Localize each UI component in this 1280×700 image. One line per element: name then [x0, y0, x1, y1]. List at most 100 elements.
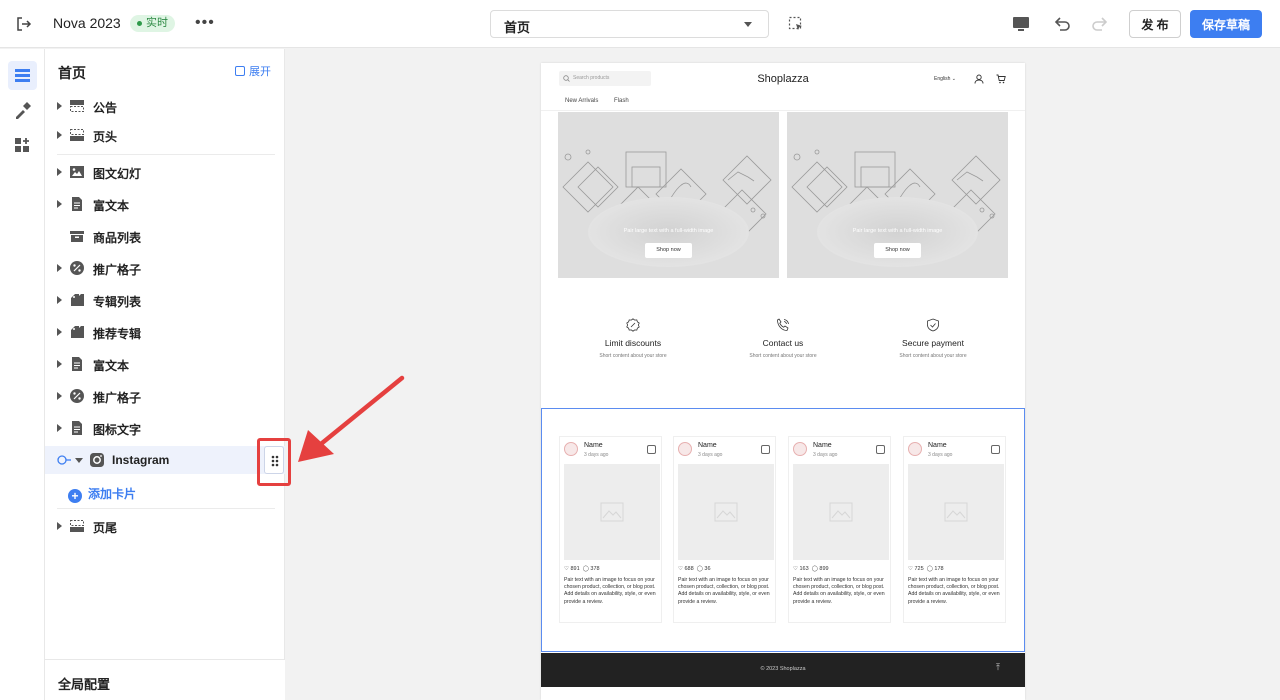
- post-image: [564, 464, 660, 560]
- account-icon[interactable]: [974, 74, 984, 84]
- heart-icon: ♡: [793, 566, 798, 572]
- section-item-featured-collection[interactable]: 推荐专辑: [45, 318, 285, 346]
- select-element-icon[interactable]: [788, 16, 804, 32]
- section-item-image-slideshow[interactable]: 图文幻灯: [45, 158, 285, 186]
- chevron-right-icon: [57, 296, 62, 304]
- heart-icon: ♡: [908, 566, 913, 572]
- section-label: 商品列表: [93, 231, 142, 245]
- expand-label: 展开: [249, 66, 271, 78]
- section-item-product-list[interactable]: 商品列表: [45, 222, 285, 250]
- post-author: Name: [928, 442, 947, 449]
- section-item-icon-text[interactable]: 图标文字: [45, 414, 285, 442]
- divider: [57, 154, 275, 155]
- section-item-header[interactable]: 页头: [45, 121, 285, 149]
- product-list-icon: [70, 231, 84, 242]
- post-date: 3 days ago: [584, 452, 609, 458]
- add-card-button[interactable]: + 添加卡片: [68, 485, 136, 503]
- eye-toggle-icon[interactable]: [57, 455, 71, 465]
- section-item-footer[interactable]: 页尾: [45, 512, 285, 540]
- sections-icon: [15, 69, 30, 82]
- apps-tab[interactable]: [8, 131, 37, 160]
- section-item-instagram[interactable]: Instagram: [45, 446, 285, 474]
- banner-slide[interactable]: Pair large text with a full-width image …: [558, 112, 779, 278]
- chevron-down-icon: [75, 458, 83, 463]
- feature-title: Limit discounts: [604, 338, 662, 348]
- section-label: 推广格子: [93, 391, 142, 405]
- store-search-input[interactable]: Search products: [559, 71, 651, 86]
- feature-item: Contact us Short content about your stor…: [708, 318, 858, 359]
- comment-icon: ◯: [696, 566, 703, 572]
- instagram-post[interactable]: Name 3 days ago ♡ 725 ◯ 178 Pair text wi…: [903, 436, 1006, 623]
- chevron-right-icon: [57, 424, 62, 432]
- rich-text-icon: [72, 197, 82, 211]
- store-header: Search products Shoplazza English ⌄ New …: [541, 63, 1025, 111]
- featured-collection-icon: [71, 326, 84, 338]
- left-rail: [0, 49, 45, 700]
- page-select-value: 首页: [504, 20, 531, 35]
- announcement-icon: [70, 100, 84, 112]
- redo-icon[interactable]: [1090, 14, 1110, 34]
- image-placeholder-icon: [714, 502, 738, 522]
- comment-count: 899: [819, 566, 829, 572]
- heart-icon: ♡: [678, 566, 683, 572]
- section-item-collection-list[interactable]: 专辑列表: [45, 286, 285, 314]
- instagram-icon: [647, 445, 656, 454]
- instagram-post[interactable]: Name 3 days ago ♡ 688 ◯ 36 Pair text wit…: [673, 436, 776, 623]
- section-label: Instagram: [112, 453, 170, 467]
- post-caption: Pair text with an image to focus on your…: [908, 577, 1000, 605]
- section-item-rich-text[interactable]: 富文本: [45, 190, 285, 218]
- divider: [57, 508, 275, 509]
- feature-subtitle: Short content about your store: [749, 353, 817, 359]
- panel-title: 首页: [58, 65, 86, 81]
- section-item-promo-grid[interactable]: 推广格子: [45, 254, 285, 282]
- feature-subtitle: Short content about your store: [899, 353, 967, 359]
- cart-icon[interactable]: [996, 74, 1006, 84]
- post-author: Name: [584, 442, 603, 449]
- instagram-section[interactable]: Name 3 days ago ♡ 891 ◯ 378 Pair text wi…: [541, 408, 1025, 652]
- shop-now-button[interactable]: Shop now: [645, 243, 692, 258]
- expand-all-button[interactable]: 展开: [235, 63, 271, 79]
- instagram-icon: [761, 445, 770, 454]
- language-selector[interactable]: English ⌄: [934, 76, 956, 82]
- global-config-button[interactable]: 全局配置: [45, 659, 285, 700]
- desktop-preview-icon[interactable]: [1011, 14, 1031, 34]
- banner-slide[interactable]: Pair large text with a full-width image …: [787, 112, 1008, 278]
- top-bar: Nova 2023 实时 ••• 首页 发 布 保存草稿: [0, 0, 1280, 48]
- chevron-down-icon: [744, 22, 752, 27]
- shield-check-icon: [927, 318, 939, 332]
- instagram-icon: [90, 453, 104, 467]
- instagram-post[interactable]: Name 3 days ago ♡ 163 ◯ 899 Pair text wi…: [788, 436, 891, 623]
- post-stats: ♡ 891 ◯ 378: [564, 566, 600, 572]
- save-draft-button[interactable]: 保存草稿: [1190, 10, 1262, 38]
- undo-icon[interactable]: [1052, 14, 1072, 34]
- section-item-rich-text-2[interactable]: 富文本: [45, 350, 285, 378]
- nav-link[interactable]: New Arrivals: [565, 98, 598, 104]
- post-image: [793, 464, 889, 560]
- header-icon: [70, 129, 84, 141]
- page-select[interactable]: 首页: [490, 10, 769, 38]
- exit-icon[interactable]: [16, 16, 32, 32]
- theme-title: Nova 2023: [53, 15, 121, 31]
- more-options-button[interactable]: •••: [195, 14, 215, 32]
- post-caption: Pair text with an image to focus on your…: [678, 577, 770, 605]
- back-to-top-icon[interactable]: ⤒: [996, 662, 1000, 673]
- nav-link[interactable]: Flash: [614, 98, 629, 104]
- theme-style-tab[interactable]: [8, 96, 37, 125]
- section-item-promo-grid-2[interactable]: 推广格子: [45, 382, 285, 410]
- image-placeholder-icon: [829, 502, 853, 522]
- feature-item: Secure payment Short content about your …: [858, 318, 1008, 359]
- shop-now-button[interactable]: Shop now: [874, 243, 921, 258]
- store-logo[interactable]: Shoplazza: [741, 73, 825, 85]
- sections-tab[interactable]: [8, 61, 37, 90]
- post-stats: ♡ 725 ◯ 178: [908, 566, 944, 572]
- post-date: 3 days ago: [698, 452, 723, 458]
- instagram-post[interactable]: Name 3 days ago ♡ 891 ◯ 378 Pair text wi…: [559, 436, 662, 623]
- rich-text-icon: [72, 357, 82, 371]
- icon-text-icon: [72, 421, 82, 435]
- image-slideshow-icon: [70, 166, 84, 178]
- publish-button[interactable]: 发 布: [1129, 10, 1181, 38]
- post-author: Name: [813, 442, 832, 449]
- annotation-highlight-box: [257, 438, 291, 486]
- feature-title: Contact us: [762, 338, 804, 348]
- section-item-announcement[interactable]: 公告: [45, 92, 285, 120]
